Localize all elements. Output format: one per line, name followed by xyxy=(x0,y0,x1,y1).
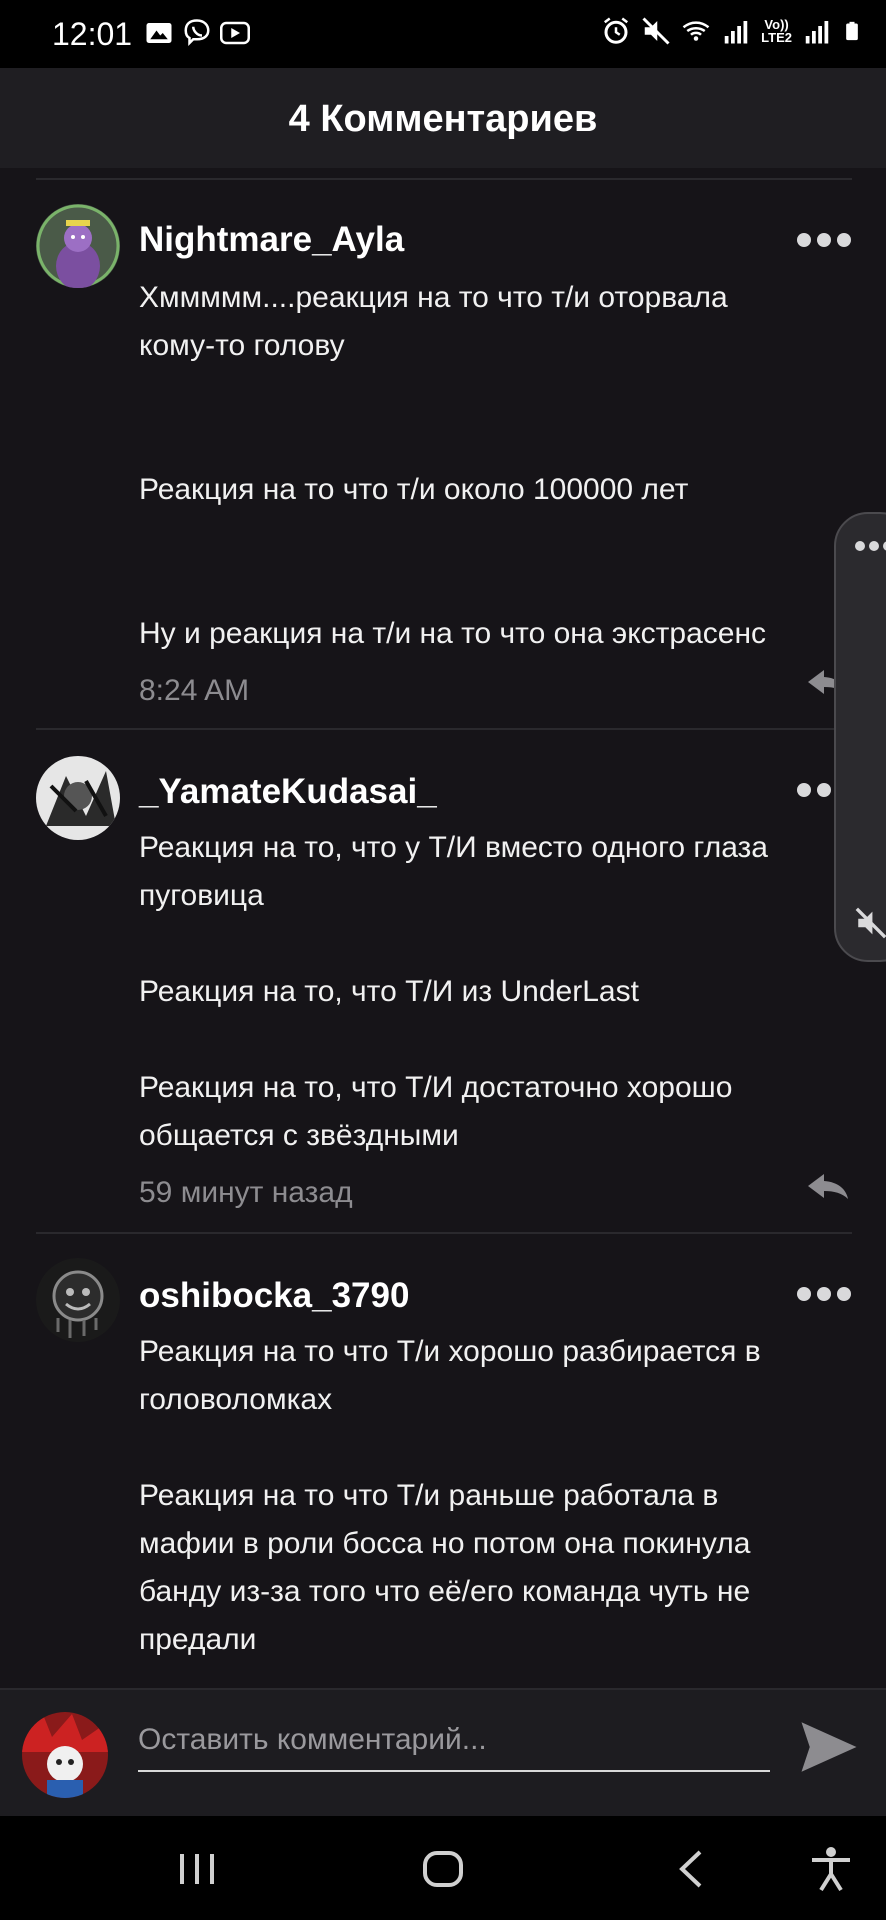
recent-apps-icon[interactable] xyxy=(172,1844,222,1894)
edge-panel[interactable] xyxy=(834,512,886,962)
lte-label: LTE2 xyxy=(761,30,792,45)
divider xyxy=(36,178,852,180)
more-options-icon[interactable] xyxy=(854,540,886,552)
comment-line: Реакция на то что т/и около 100000 лет xyxy=(139,473,689,506)
comment-timestamp: 59 минут назад xyxy=(139,1176,353,1209)
comment-line: кому-то голову xyxy=(139,329,345,362)
more-options-icon[interactable] xyxy=(796,1282,852,1306)
navigation-bar xyxy=(0,1816,886,1920)
wifi-icon xyxy=(682,21,710,41)
back-icon[interactable] xyxy=(668,1844,718,1894)
status-bar: 12:01 Vo)) LTE2 xyxy=(0,0,886,68)
youtube-icon xyxy=(220,21,250,45)
comment-line: предали xyxy=(139,1623,257,1656)
comments-header: 4 Комментариев xyxy=(0,68,886,168)
send-icon[interactable] xyxy=(796,1714,862,1780)
comment-line: Реакция на то, что у Т/И вместо одного г… xyxy=(139,831,768,864)
comment-line: мафии в роли босса но потом она покинула xyxy=(139,1527,751,1560)
avatar[interactable] xyxy=(36,1258,120,1342)
comment-text: Реакция на то что Т/и хорошо разбирается… xyxy=(139,1328,859,1664)
comment-line: Реакция на то, что Т/И из UnderLast xyxy=(139,975,639,1008)
notification-icons xyxy=(144,18,250,48)
accessibility-icon[interactable] xyxy=(806,1844,856,1894)
comment-line: головоломках xyxy=(139,1383,333,1416)
alarm-icon xyxy=(604,17,629,44)
divider xyxy=(36,728,852,730)
comment-line: пуговица xyxy=(139,879,264,912)
volte-icon: Vo)) LTE2 xyxy=(761,18,792,44)
comment-text: Хммммм....реакция на то что т/и оторвала… xyxy=(139,274,859,658)
comment-timestamp: 8:24 AM xyxy=(139,674,250,707)
mute-icon xyxy=(642,17,670,45)
comment-username[interactable]: oshibocka_3790 xyxy=(139,1276,409,1316)
comment-line: Реакция на то, что Т/И достаточно хорошо xyxy=(139,1071,733,1104)
avatar[interactable] xyxy=(22,1712,108,1798)
more-options-icon[interactable] xyxy=(796,228,852,252)
comment-username[interactable]: _YamateKudasai_ xyxy=(139,772,437,812)
comment-composer xyxy=(0,1688,886,1816)
status-time: 12:01 xyxy=(52,16,133,52)
divider xyxy=(36,1232,852,1234)
comment-line: общается с звёздными xyxy=(139,1119,459,1152)
battery-icon xyxy=(846,21,858,41)
viber-icon xyxy=(184,19,210,47)
gallery-icon xyxy=(146,23,172,43)
comment-username[interactable]: Nightmare_Ayla xyxy=(139,220,404,260)
system-icons: Vo)) LTE2 xyxy=(601,16,862,46)
avatar[interactable] xyxy=(36,756,120,840)
signal-icon xyxy=(724,21,748,44)
reply-icon[interactable] xyxy=(804,1170,852,1202)
comment-line: банду из-за того что её/его команда чуть… xyxy=(139,1575,751,1608)
home-icon[interactable] xyxy=(418,1844,468,1894)
page-title: 4 Комментариев xyxy=(288,98,598,140)
comment-line: Реакция на то что Т/и хорошо разбирается… xyxy=(139,1335,761,1368)
comment-text: Реакция на то, что у Т/И вместо одного г… xyxy=(139,824,859,1160)
comment-line: Реакция на то что Т/и раньше работала в xyxy=(139,1479,719,1512)
mute-icon[interactable] xyxy=(854,906,886,940)
signal-icon xyxy=(805,21,829,44)
comment-line: Хммммм....реакция на то что т/и оторвала xyxy=(139,281,728,314)
avatar[interactable] xyxy=(36,204,120,288)
comment-input[interactable] xyxy=(138,1710,770,1772)
comment-line: Ну и реакция на т/и на то что она экстра… xyxy=(139,617,767,650)
